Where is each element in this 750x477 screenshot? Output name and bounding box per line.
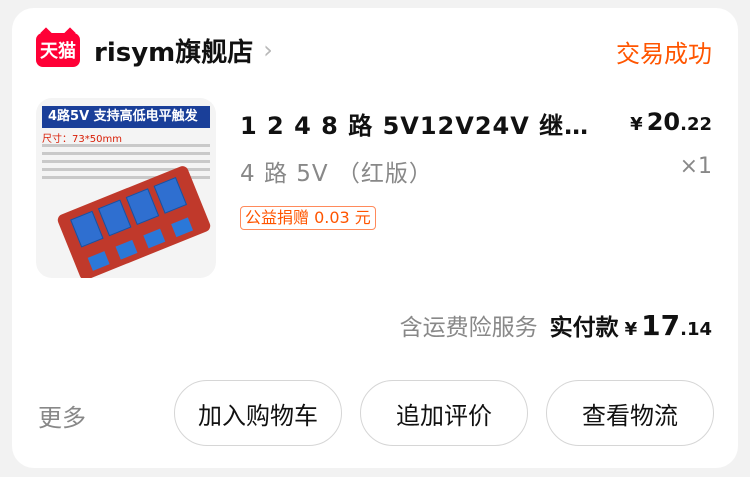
product-sku: 4 路 5V （红版） bbox=[240, 161, 433, 187]
product-title[interactable]: 1 2 4 8 路 5V12V24V 继电… bbox=[240, 106, 600, 141]
thumbnail-banner: 4路5V 支持高低电平触发 bbox=[42, 106, 210, 128]
tmall-logo-icon: 天猫 bbox=[36, 33, 80, 67]
price-integer: 20 bbox=[646, 108, 681, 136]
chevron-right-icon: › bbox=[263, 36, 273, 64]
tmall-logo-text: 天猫 bbox=[40, 41, 76, 62]
thumbnail-size-text: 尺寸：73*50mm bbox=[42, 134, 122, 145]
order-card: 天猫 risym旗舰店 › 交易成功 4路5V 支持高低电平触发 尺寸：73*5… bbox=[12, 8, 738, 468]
unit-price: ¥20.22 bbox=[630, 108, 712, 136]
paid-currency: ¥ bbox=[624, 319, 638, 340]
order-totals: 含运费险服务 实付款 ¥17.14 bbox=[400, 308, 712, 342]
add-to-cart-button[interactable]: 加入购物车 bbox=[174, 380, 342, 446]
paid-amount-label: 实付款 bbox=[549, 315, 619, 341]
shipping-insurance-label: 含运费险服务 bbox=[399, 315, 538, 341]
price-currency: ¥ bbox=[630, 114, 643, 135]
view-logistics-button[interactable]: 查看物流 bbox=[546, 380, 714, 446]
shop-name[interactable]: risym旗舰店 bbox=[94, 32, 253, 69]
shop-header[interactable]: 天猫 risym旗舰店 › bbox=[36, 30, 273, 70]
paid-amount-integer: 17 bbox=[641, 309, 681, 342]
paid-amount-decimal: .14 bbox=[680, 319, 712, 340]
order-status: 交易成功 bbox=[616, 40, 712, 68]
charity-tag: 公益捐赠 0.03 元 bbox=[240, 206, 376, 230]
price-decimal: .22 bbox=[680, 114, 712, 135]
add-review-button[interactable]: 追加评价 bbox=[360, 380, 528, 446]
product-thumbnail[interactable]: 4路5V 支持高低电平触发 尺寸：73*50mm bbox=[36, 98, 216, 278]
product-quantity: ×1 bbox=[679, 154, 712, 179]
more-link[interactable]: 更多 bbox=[38, 398, 86, 433]
